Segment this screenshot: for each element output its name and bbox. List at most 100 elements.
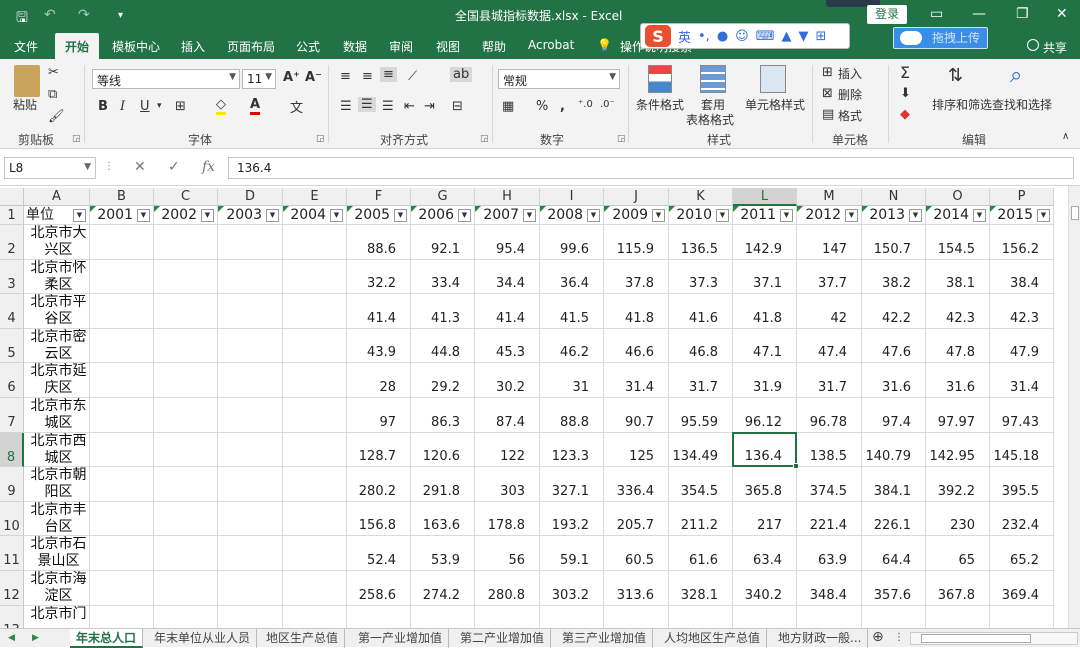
conditional-format-icon[interactable] bbox=[648, 65, 672, 93]
empty-cell[interactable] bbox=[154, 328, 218, 364]
filter-dropdown-icon[interactable]: ▼ bbox=[780, 209, 793, 222]
percent-button[interactable]: % bbox=[536, 99, 548, 114]
data-cell[interactable]: 31.9 bbox=[733, 363, 797, 398]
row-header[interactable]: 6 bbox=[0, 363, 24, 398]
data-cell[interactable]: 46.8 bbox=[669, 328, 733, 364]
tab-view[interactable]: 视图 bbox=[436, 38, 460, 55]
data-cell[interactable]: 156.8 bbox=[347, 501, 411, 537]
header-cell[interactable]: 2005 ▼ bbox=[347, 206, 411, 225]
data-cell[interactable]: 46.2 bbox=[540, 328, 604, 364]
align-left-icon[interactable]: ☰ bbox=[340, 99, 352, 114]
font-launcher-icon[interactable]: ◲ bbox=[316, 134, 325, 144]
filter-dropdown-icon[interactable]: ▼ bbox=[330, 209, 343, 222]
user-icon[interactable] bbox=[1027, 39, 1039, 51]
delete-cells-button[interactable]: 删除 bbox=[838, 86, 862, 103]
empty-cell[interactable] bbox=[90, 328, 154, 364]
login-button[interactable]: 登录 bbox=[867, 5, 907, 24]
phonetic-guide-button[interactable]: 文 bbox=[290, 97, 303, 116]
keyboard-icon[interactable]: ⌨ bbox=[756, 29, 775, 44]
paste-icon[interactable] bbox=[14, 65, 40, 97]
empty-cell[interactable] bbox=[154, 501, 218, 537]
data-cell[interactable]: 53.9 bbox=[411, 536, 475, 571]
filter-dropdown-icon[interactable]: ▼ bbox=[266, 209, 279, 222]
empty-cell[interactable] bbox=[218, 225, 283, 260]
header-cell[interactable]: 2006 ▼ bbox=[411, 206, 475, 225]
empty-cell[interactable] bbox=[283, 328, 347, 364]
undo-icon[interactable]: ↶ bbox=[44, 7, 56, 23]
column-header-a[interactable]: A bbox=[24, 188, 90, 206]
format-cells-icon[interactable]: ▤ bbox=[822, 107, 834, 122]
worksheet-grid[interactable]: A B C D E F G H I J K L M N O P 1 单位 ▼ 2001 ▼ 2002 ▼ 2003 ▼ 2004 ▼… bbox=[0, 186, 1068, 628]
empty-cell[interactable] bbox=[90, 259, 154, 295]
empty-cell[interactable] bbox=[218, 294, 283, 329]
merge-center-icon[interactable]: ⊟ bbox=[452, 99, 463, 114]
sort-filter-icon[interactable]: ⇅ bbox=[948, 65, 963, 86]
unit-name-cell[interactable]: 北京市门 bbox=[24, 605, 90, 628]
ime-toolbar[interactable]: S 英 •, ● ☺ ⌨ ▲ ▼ ⊞ bbox=[640, 23, 850, 49]
decrease-indent-icon[interactable]: ⇤ bbox=[404, 99, 415, 114]
empty-cell[interactable] bbox=[218, 328, 283, 364]
header-cell[interactable]: 2007 ▼ bbox=[475, 206, 540, 225]
fill-handle[interactable] bbox=[793, 463, 799, 470]
cell-styles-button[interactable]: 单元格样式 bbox=[745, 96, 805, 113]
format-cells-button[interactable]: 格式 bbox=[838, 107, 862, 124]
empty-cell[interactable] bbox=[90, 501, 154, 537]
data-cell[interactable]: 395.5 bbox=[990, 467, 1054, 502]
decrease-font-icon[interactable]: A⁻ bbox=[305, 70, 322, 85]
data-cell[interactable]: 41.8 bbox=[733, 294, 797, 329]
data-cell[interactable]: 97 bbox=[347, 398, 411, 433]
comma-style-button[interactable]: , bbox=[560, 99, 565, 114]
sheet-tab[interactable]: 第一产业增加值 bbox=[352, 629, 450, 648]
data-cell[interactable]: 142.9 bbox=[733, 225, 797, 260]
empty-cell[interactable] bbox=[90, 432, 154, 468]
empty-cell[interactable] bbox=[218, 259, 283, 295]
data-cell[interactable]: 280.8 bbox=[475, 571, 540, 606]
italic-button[interactable]: I bbox=[120, 99, 125, 114]
data-cell[interactable]: 28 bbox=[347, 363, 411, 398]
data-cell[interactable]: 47.9 bbox=[990, 328, 1054, 364]
header-cell[interactable]: 2001 ▼ bbox=[90, 206, 154, 225]
decrease-decimal-icon[interactable]: .0⁻ bbox=[600, 99, 615, 110]
data-cell[interactable]: 37.3 bbox=[669, 259, 733, 295]
data-cell[interactable]: 41.8 bbox=[604, 294, 669, 329]
data-cell[interactable]: 61.6 bbox=[669, 536, 733, 571]
header-cell[interactable]: 2003 ▼ bbox=[218, 206, 283, 225]
empty-cell[interactable] bbox=[218, 363, 283, 398]
data-cell[interactable]: 31.6 bbox=[926, 363, 990, 398]
header-cell[interactable]: 2014 ▼ bbox=[926, 206, 990, 225]
save-icon[interactable]: 🖫 bbox=[16, 7, 28, 31]
data-cell[interactable]: 37.1 bbox=[733, 259, 797, 295]
data-cell[interactable]: 357.6 bbox=[862, 571, 926, 606]
column-header-p[interactable]: P bbox=[990, 188, 1054, 206]
unit-name-cell[interactable]: 北京市西 城区 bbox=[24, 432, 90, 468]
data-cell[interactable]: 65 bbox=[926, 536, 990, 571]
data-cell[interactable]: 392.2 bbox=[926, 467, 990, 502]
data-cell[interactable]: 115.9 bbox=[604, 225, 669, 260]
header-cell[interactable]: 2010 ▼ bbox=[669, 206, 733, 225]
column-header-j[interactable]: J bbox=[604, 188, 669, 206]
empty-cell[interactable] bbox=[154, 536, 218, 571]
data-cell[interactable]: 138.5 bbox=[797, 432, 862, 468]
accounting-format-icon[interactable]: ▦ bbox=[502, 99, 514, 114]
empty-cell[interactable] bbox=[154, 259, 218, 295]
data-cell[interactable]: 38.1 bbox=[926, 259, 990, 295]
data-cell[interactable]: 328.1 bbox=[669, 571, 733, 606]
data-cell[interactable]: 97.97 bbox=[926, 398, 990, 433]
data-cell[interactable]: 136.5 bbox=[669, 225, 733, 260]
column-header-g[interactable]: G bbox=[411, 188, 475, 206]
orientation-icon[interactable]: ⟋ bbox=[408, 69, 417, 84]
empty-cell[interactable] bbox=[283, 467, 347, 502]
row-header[interactable]: 13 bbox=[0, 605, 24, 628]
unit-name-cell[interactable]: 北京市怀 柔区 bbox=[24, 259, 90, 295]
header-cell[interactable]: 2008 ▼ bbox=[540, 206, 604, 225]
tab-home[interactable]: 开始 bbox=[55, 33, 100, 59]
minimize-icon[interactable]: — bbox=[972, 6, 986, 22]
data-cell[interactable]: 37.8 bbox=[604, 259, 669, 295]
column-header-l[interactable]: L bbox=[733, 188, 797, 206]
data-cell[interactable]: 354.5 bbox=[669, 467, 733, 502]
data-cell[interactable]: 31.6 bbox=[862, 363, 926, 398]
data-cell[interactable]: 42.2 bbox=[862, 294, 926, 329]
data-cell[interactable]: 65.2 bbox=[990, 536, 1054, 571]
data-cell[interactable] bbox=[862, 605, 926, 628]
number-format-select[interactable]: 常规 ▼ bbox=[498, 69, 620, 89]
